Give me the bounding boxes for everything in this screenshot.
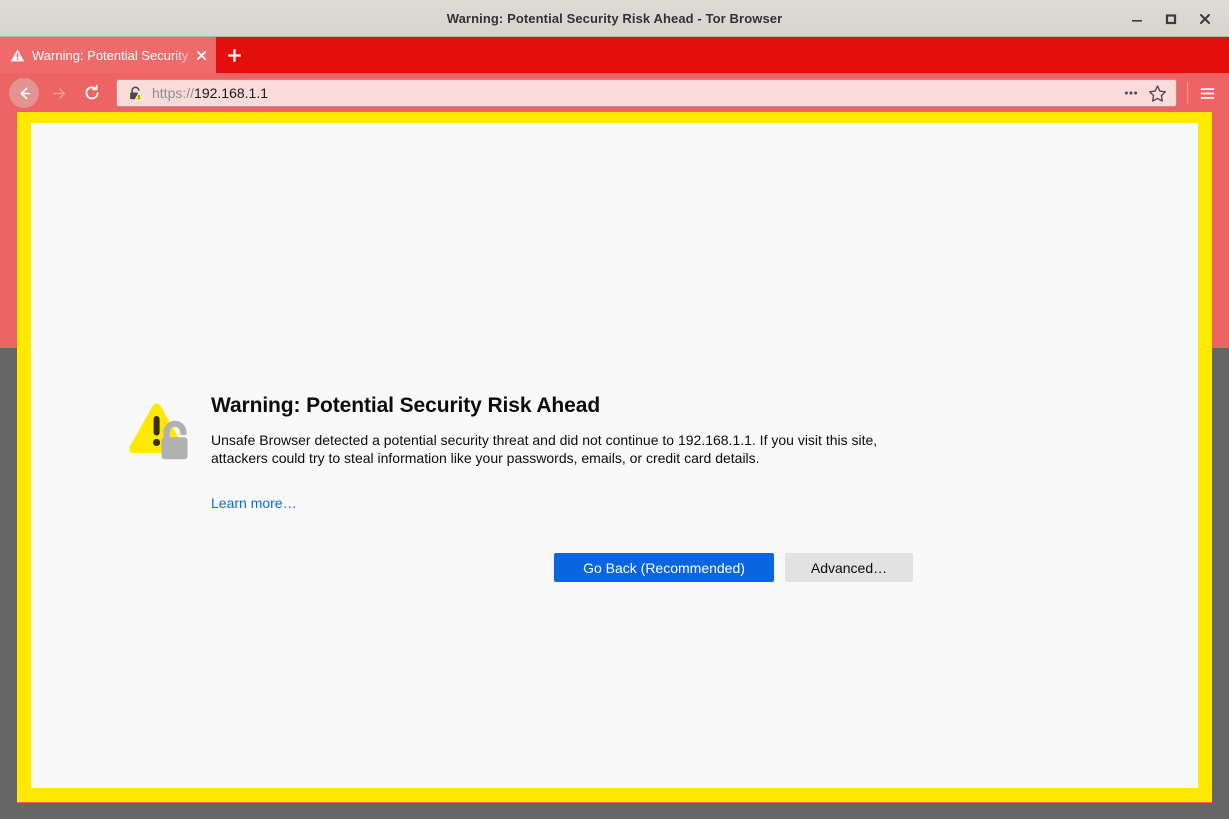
minimize-icon[interactable]	[1127, 9, 1147, 29]
content-area: Warning: Potential Security Risk Ahead U…	[0, 112, 1229, 819]
error-button-row: Go Back (Recommended) Advanced…	[123, 553, 913, 582]
url-host: 192.168.1.1	[194, 85, 268, 101]
error-text-block: Warning: Potential Security Risk Ahead U…	[211, 394, 913, 513]
tab-label: Warning: Potential Security Risk Ahead	[32, 47, 190, 63]
tab-close-icon[interactable]	[192, 46, 210, 64]
broken-lock-warning-icon[interactable]	[126, 84, 144, 102]
address-bar[interactable]: https://192.168.1.1	[116, 79, 1177, 107]
tab-warning-triangle-icon	[9, 47, 25, 63]
learn-more-link[interactable]: Learn more…	[211, 495, 297, 511]
window-controls	[1127, 0, 1223, 37]
error-page: Warning: Potential Security Risk Ahead U…	[31, 123, 1198, 788]
desktop-background: Warning: Potential Security Risk Ahead -…	[0, 0, 1229, 819]
back-button[interactable]	[9, 78, 39, 108]
tab-strip: Warning: Potential Security Risk Ahead	[0, 37, 1229, 73]
reload-button[interactable]	[75, 77, 108, 110]
security-warning-border: Warning: Potential Security Risk Ahead U…	[17, 112, 1212, 802]
go-back-button[interactable]: Go Back (Recommended)	[554, 553, 774, 582]
bookmark-star-icon[interactable]	[1144, 81, 1170, 105]
advanced-button[interactable]: Advanced…	[785, 553, 913, 582]
url-scheme: https://	[152, 85, 195, 101]
maximize-icon[interactable]	[1161, 9, 1181, 29]
browser-window: Warning: Potential Security Risk Ahead -…	[0, 0, 1229, 819]
desktop-edge-left	[0, 348, 17, 819]
tab-warning-potential-security-risk-ahead[interactable]: Warning: Potential Security Risk Ahead	[0, 37, 216, 73]
desktop-edge-right	[1212, 348, 1229, 819]
new-tab-button[interactable]	[216, 37, 252, 73]
address-bar-text: https://192.168.1.1	[152, 85, 1118, 101]
page-actions-icon[interactable]	[1118, 81, 1144, 105]
close-icon[interactable]	[1195, 9, 1215, 29]
error-body: Warning: Potential Security Risk Ahead U…	[123, 394, 913, 513]
page-title: Warning: Potential Security Risk Ahead	[211, 394, 601, 417]
toolbar-separator	[1187, 82, 1188, 104]
navigation-toolbar: https://192.168.1.1	[0, 73, 1229, 114]
hamburger-menu-icon[interactable]	[1192, 78, 1222, 108]
warning-triangle-unlocked-padlock-icon	[123, 399, 195, 471]
error-description: Unsafe Browser detected a potential secu…	[211, 432, 878, 467]
forward-button[interactable]	[42, 77, 75, 110]
window-title: Warning: Potential Security Risk Ahead -…	[446, 10, 783, 26]
window-titlebar: Warning: Potential Security Risk Ahead -…	[0, 0, 1229, 37]
